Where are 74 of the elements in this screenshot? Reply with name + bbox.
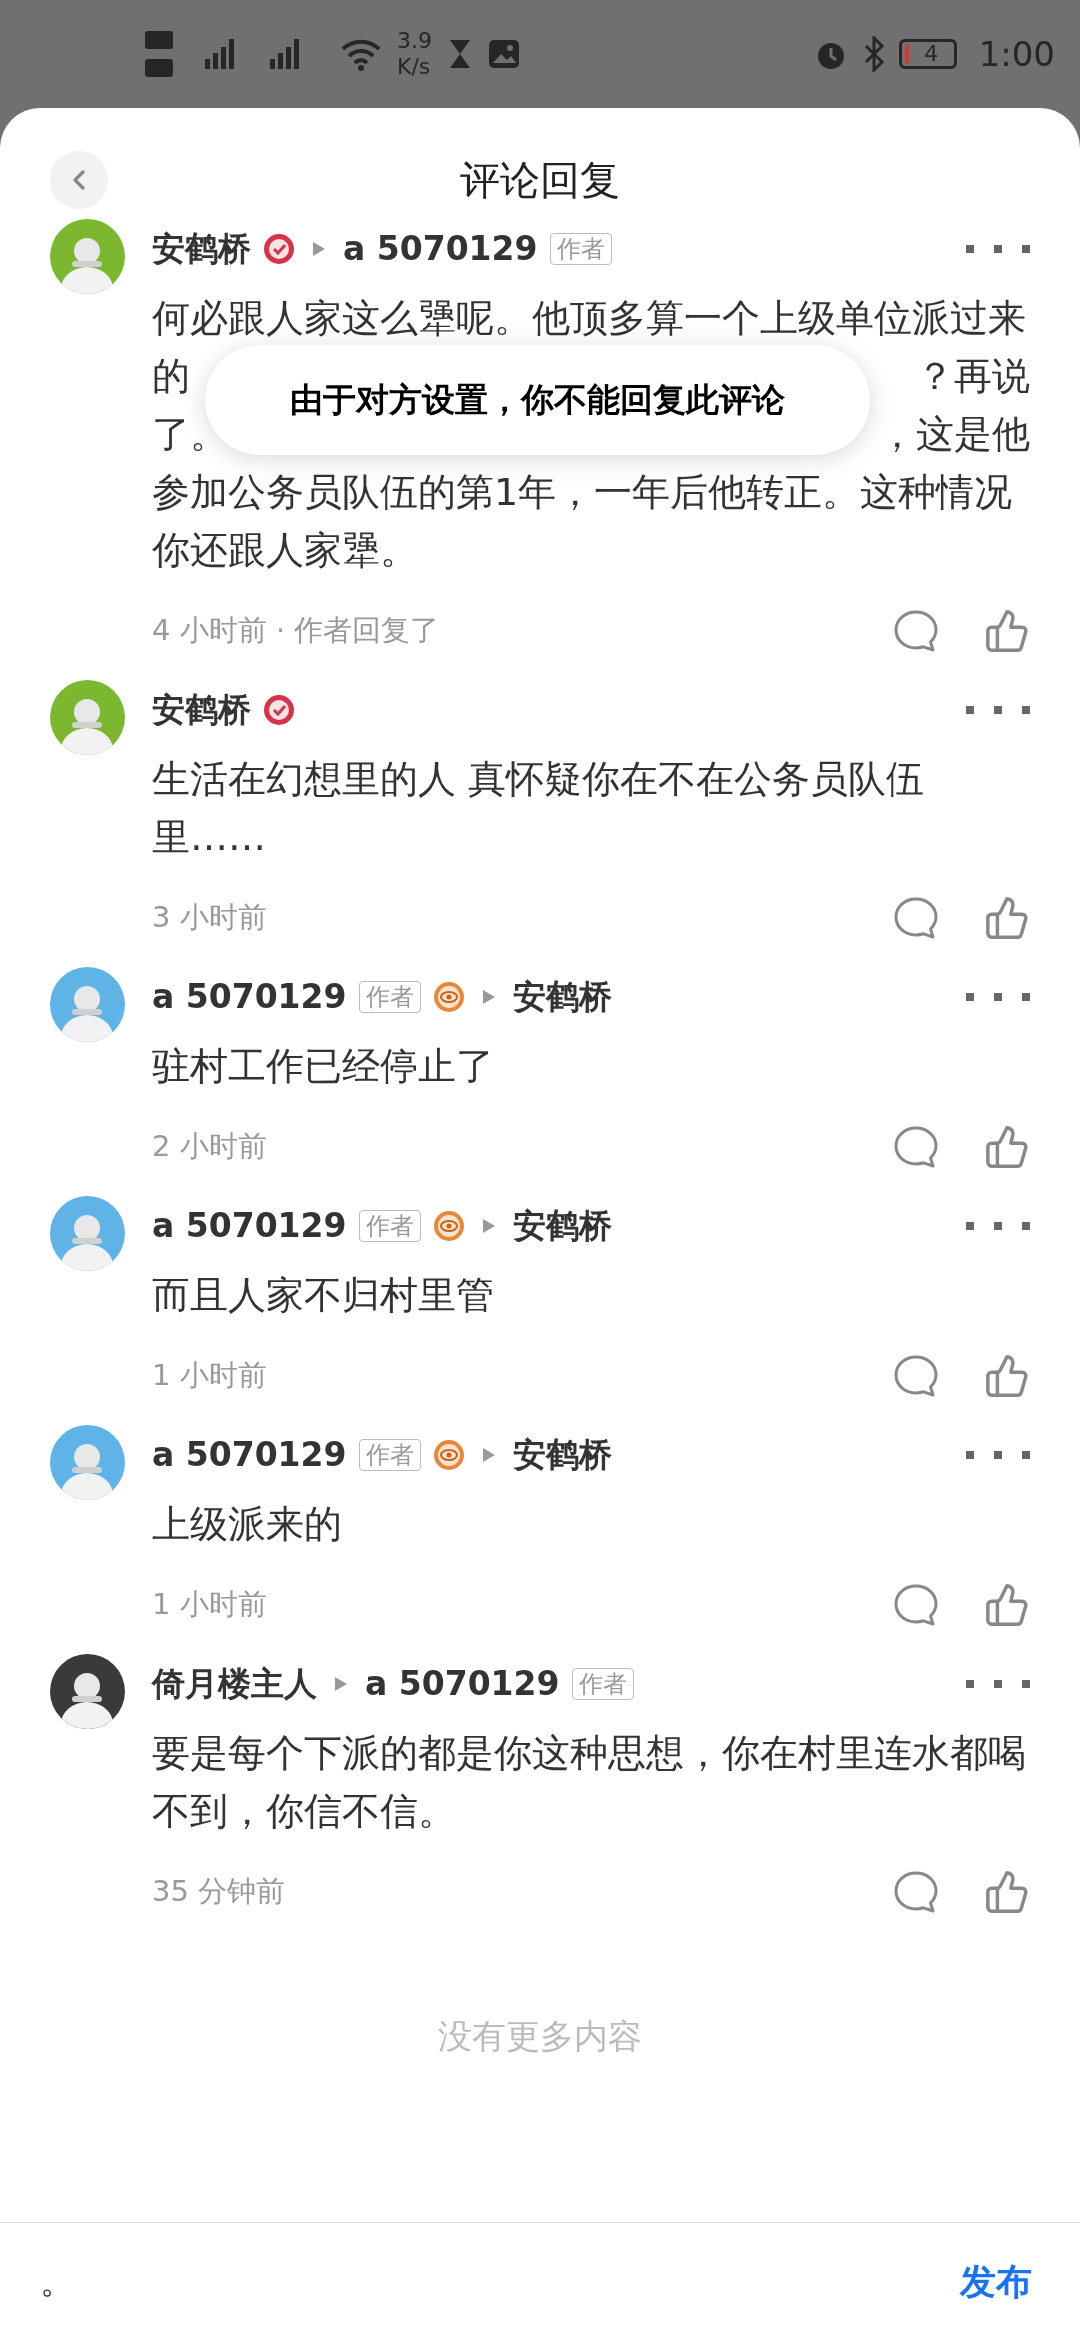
thumbs-up-icon[interactable] xyxy=(984,1869,1030,1915)
user-name[interactable]: 安鹤桥 xyxy=(152,224,251,274)
comment-text: ，这是他 xyxy=(878,411,1030,458)
thumbs-up-icon[interactable] xyxy=(984,608,1030,654)
more-icon[interactable] xyxy=(966,993,1030,1001)
comment-text: 生活在幻想里的人 真怀疑你在不在公务员队伍里…… xyxy=(152,756,926,861)
more-icon[interactable] xyxy=(966,706,1030,714)
comment-bubble-icon[interactable] xyxy=(893,1125,939,1169)
eye-badge-icon xyxy=(432,1210,465,1242)
comment-time: 4 小时前 · 作者回复了 xyxy=(152,612,440,650)
more-icon[interactable] xyxy=(966,245,1030,253)
user-name[interactable]: 安鹤桥 xyxy=(512,972,612,1022)
network-speed-unit: K/s xyxy=(397,54,432,80)
comment-time: 35 分钟前 xyxy=(152,1873,286,1911)
image-icon xyxy=(488,39,520,69)
user-name[interactable]: 安鹤桥 xyxy=(152,685,251,735)
more-icon[interactable] xyxy=(966,1451,1030,1459)
comment-time: 1 小时前 xyxy=(152,1357,267,1395)
reply-arrow-icon xyxy=(482,1219,495,1233)
comment-text: 驻村工作已经停止了 xyxy=(152,1043,495,1090)
user-name[interactable]: 安鹤桥 xyxy=(512,1430,612,1480)
author-tag: 作者 xyxy=(358,981,421,1013)
user-name[interactable]: a 5070129 xyxy=(365,1659,560,1709)
reply-arrow-icon xyxy=(482,1448,495,1462)
more-icon[interactable] xyxy=(966,1222,1030,1230)
user-name[interactable]: a 5070129 xyxy=(152,1201,347,1251)
user-name[interactable]: 安鹤桥 xyxy=(512,1201,612,1251)
user-name[interactable]: a 5070129 xyxy=(152,1430,347,1480)
network-speed: 3.9 xyxy=(397,28,432,54)
comment-bubble-icon[interactable] xyxy=(893,1583,939,1627)
comment-bubble-icon[interactable] xyxy=(893,1354,939,1398)
verified-badge-icon xyxy=(263,694,295,726)
comment-text: 何必跟人家这么犟呢。他顶多算一个上级单位派过来 xyxy=(152,295,1026,342)
author-tag: 作者 xyxy=(358,1210,421,1242)
comment-text: ？再说 xyxy=(916,353,1030,400)
comment-bubble-icon[interactable] xyxy=(893,1870,939,1914)
bluetooth-icon xyxy=(862,36,885,72)
author-tag: 作者 xyxy=(358,1439,421,1471)
user-name[interactable]: a 5070129 xyxy=(343,224,538,274)
comment-text: 而且人家不归村里管 xyxy=(152,1272,495,1319)
more-icon[interactable] xyxy=(966,1680,1030,1688)
page-title: 评论回复 xyxy=(460,156,620,205)
comment-text: 你还跟人家犟。 xyxy=(152,527,418,574)
comment-time: 1 小时前 xyxy=(152,1586,267,1624)
thumbs-up-icon[interactable] xyxy=(984,1124,1030,1170)
eye-badge-icon xyxy=(432,1439,465,1471)
publish-button[interactable]: 发布 xyxy=(952,2254,1040,2309)
comment-time: 3 小时前 xyxy=(152,899,267,937)
comment-text: 参加公务员队伍的第1年，一年后他转正。这种情况 xyxy=(152,469,1013,516)
clock-time: 1:00 xyxy=(978,32,1055,76)
user-name[interactable]: 倚月楼主人 xyxy=(152,1659,317,1709)
comment-text: 的 xyxy=(152,353,190,400)
author-tag: 作者 xyxy=(549,233,612,265)
comment-time: 2 小时前 xyxy=(152,1128,267,1166)
comment-bubble-icon[interactable] xyxy=(893,896,939,940)
comment-text: 上级派来的 xyxy=(152,1501,343,1548)
reply-arrow-icon xyxy=(482,990,495,1004)
reply-arrow-icon xyxy=(313,242,325,256)
hourglass-icon xyxy=(448,38,472,70)
wifi-icon xyxy=(341,37,381,71)
verified-badge-icon xyxy=(263,233,295,265)
battery-indicator: 4 xyxy=(898,39,957,69)
eye-badge-icon xyxy=(432,981,465,1013)
author-tag: 作者 xyxy=(571,1668,634,1700)
thumbs-up-icon[interactable] xyxy=(984,1582,1030,1628)
reply-arrow-icon xyxy=(335,1677,347,1691)
end-of-list-text: 没有更多内容 xyxy=(438,2015,642,2058)
toast: 由于对方设置，你不能回复此评论 xyxy=(205,345,870,455)
comment-bubble-icon[interactable] xyxy=(893,609,939,653)
thumbs-up-icon[interactable] xyxy=(984,1353,1030,1399)
comment-text: 要是每个下派的都是你这种思想，你在村里连水都喝不到，你信不信。 xyxy=(152,1730,1027,1835)
thumbs-up-icon[interactable] xyxy=(984,895,1030,941)
comment-input-field[interactable]: 。 xyxy=(40,2256,952,2307)
user-name[interactable]: a 5070129 xyxy=(152,972,347,1022)
